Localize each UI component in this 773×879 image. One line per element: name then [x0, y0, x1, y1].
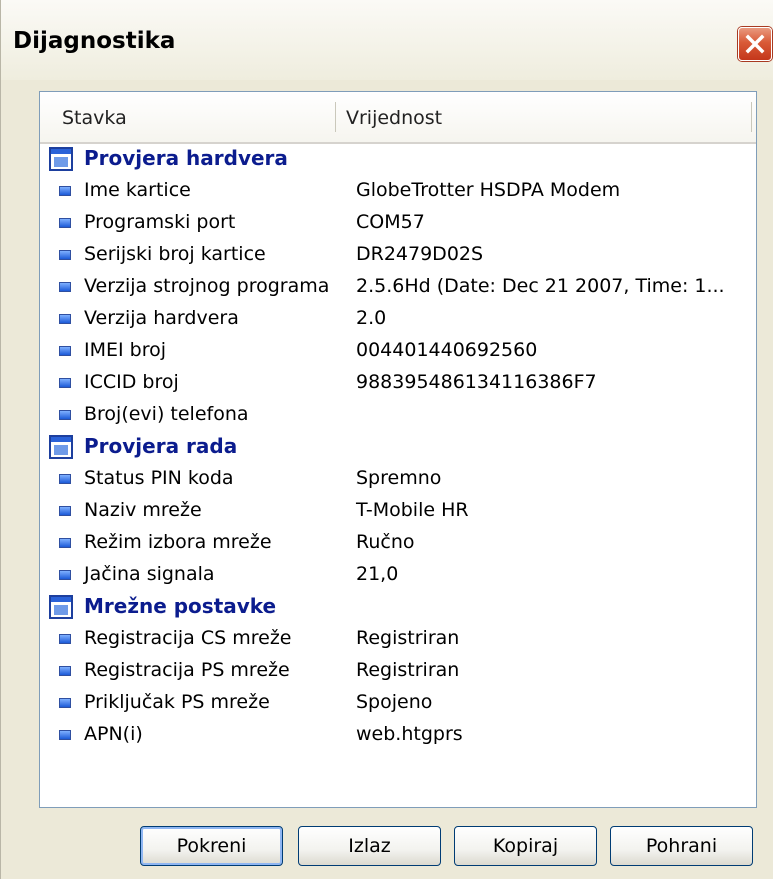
item-name: Naziv mreže [84, 499, 202, 521]
item-value: COM57 [356, 211, 425, 233]
item-value: 2.5.6Hd (Date: Dec 21 2007, Time: 1... [356, 275, 725, 297]
item-bullet-icon [59, 666, 71, 676]
group-header-hardware[interactable]: Provjera hardvera [40, 144, 756, 176]
item-bullet-icon [59, 346, 71, 356]
item-name: Registracija CS mreže [84, 627, 292, 649]
item-name: IMEI broj [84, 339, 167, 361]
list-item[interactable]: Jačina signala 21,0 [40, 560, 756, 592]
item-bullet-icon [59, 538, 71, 548]
title-bar[interactable]: Dijagnostika [1, 0, 773, 80]
list-item[interactable]: ICCID broj 988395486134116386F7 [40, 368, 756, 400]
item-bullet-icon [59, 410, 71, 420]
column-header-item[interactable]: Stavka [62, 107, 127, 129]
list-item[interactable]: Ime kartice GlobeTrotter HSDPA Modem [40, 176, 756, 208]
item-name: APN(i) [84, 723, 143, 745]
list-item[interactable]: IMEI broj 004401440692560 [40, 336, 756, 368]
group-label: Provjera rada [84, 434, 238, 458]
start-button[interactable]: Pokreni [140, 826, 283, 866]
group-label: Provjera hardvera [84, 146, 288, 170]
item-value: Registriran [356, 627, 460, 649]
diagnostics-list[interactable]: Stavka Vrijednost Provjera hardvera Ime … [39, 91, 757, 808]
item-value: Registriran [356, 659, 460, 681]
item-value: 21,0 [356, 563, 399, 585]
group-window-icon [49, 435, 73, 459]
item-value: DR2479D02S [356, 243, 484, 265]
item-bullet-icon [59, 186, 71, 196]
close-icon [745, 34, 765, 54]
copy-button[interactable]: Kopiraj [454, 826, 597, 866]
item-bullet-icon [59, 250, 71, 260]
item-value: 988395486134116386F7 [356, 371, 597, 393]
item-name: Programski port [84, 211, 236, 233]
group-window-icon [49, 595, 73, 619]
item-name: Priključak PS mreže [84, 691, 270, 713]
item-value: 2.0 [356, 307, 387, 329]
list-item[interactable]: Programski port COM57 [40, 208, 756, 240]
item-bullet-icon [59, 378, 71, 388]
item-name: Verzija hardvera [84, 307, 239, 329]
item-bullet-icon [59, 730, 71, 740]
list-item[interactable]: Broj(evi) telefona [40, 400, 756, 432]
item-bullet-icon [59, 698, 71, 708]
item-value: 004401440692560 [356, 339, 538, 361]
exit-button[interactable]: Izlaz [298, 826, 441, 866]
item-bullet-icon [59, 474, 71, 484]
group-header-operation[interactable]: Provjera rada [40, 432, 756, 464]
item-value: Spojeno [356, 691, 433, 713]
item-name: Režim izbora mreže [84, 531, 272, 553]
item-name: Serijski broj kartice [84, 243, 266, 265]
item-value: web.htgprs [356, 723, 463, 745]
item-name: Broj(evi) telefona [84, 403, 249, 425]
item-value: Spremno [356, 467, 442, 489]
item-name: Ime kartice [84, 179, 191, 201]
item-name: Status PIN koda [84, 467, 234, 489]
item-bullet-icon [59, 314, 71, 324]
item-name: Verzija strojnog programa [84, 275, 330, 297]
item-value: GlobeTrotter HSDPA Modem [356, 179, 621, 201]
close-button[interactable] [738, 27, 772, 61]
list-item[interactable]: Registracija PS mreže Registriran [40, 656, 756, 688]
list-item[interactable]: Serijski broj kartice DR2479D02S [40, 240, 756, 272]
list-item[interactable]: Režim izbora mreže Ručno [40, 528, 756, 560]
item-bullet-icon [59, 570, 71, 580]
item-value: Ručno [356, 531, 415, 553]
window-title: Dijagnostika [13, 28, 176, 54]
item-name: Jačina signala [84, 563, 215, 585]
list-item[interactable]: Verzija strojnog programa 2.5.6Hd (Date: … [40, 272, 756, 304]
item-bullet-icon [59, 218, 71, 228]
list-item[interactable]: Status PIN koda Spremno [40, 464, 756, 496]
item-bullet-icon [59, 506, 71, 516]
list-item[interactable]: Naziv mreže T-Mobile HR [40, 496, 756, 528]
group-header-network-settings[interactable]: Mrežne postavke [40, 592, 756, 624]
item-value: T-Mobile HR [356, 499, 469, 521]
column-divider[interactable] [751, 102, 752, 132]
save-button[interactable]: Pohrani [610, 826, 753, 866]
item-name: Registracija PS mreže [84, 659, 290, 681]
column-divider[interactable] [335, 102, 336, 132]
diagnostics-dialog: Dijagnostika Stavka Vrijednost Provjera … [0, 0, 773, 879]
item-name: ICCID broj [84, 371, 179, 393]
list-header: Stavka Vrijednost [40, 92, 756, 144]
group-label: Mrežne postavke [84, 594, 277, 618]
column-header-value[interactable]: Vrijednost [346, 107, 442, 129]
list-item[interactable]: Priključak PS mreže Spojeno [40, 688, 756, 720]
item-bullet-icon [59, 282, 71, 292]
group-window-icon [49, 147, 73, 171]
item-bullet-icon [59, 634, 71, 644]
list-item[interactable]: Registracija CS mreže Registriran [40, 624, 756, 656]
list-item[interactable]: Verzija hardvera 2.0 [40, 304, 756, 336]
list-item[interactable]: APN(i) web.htgprs [40, 720, 756, 752]
